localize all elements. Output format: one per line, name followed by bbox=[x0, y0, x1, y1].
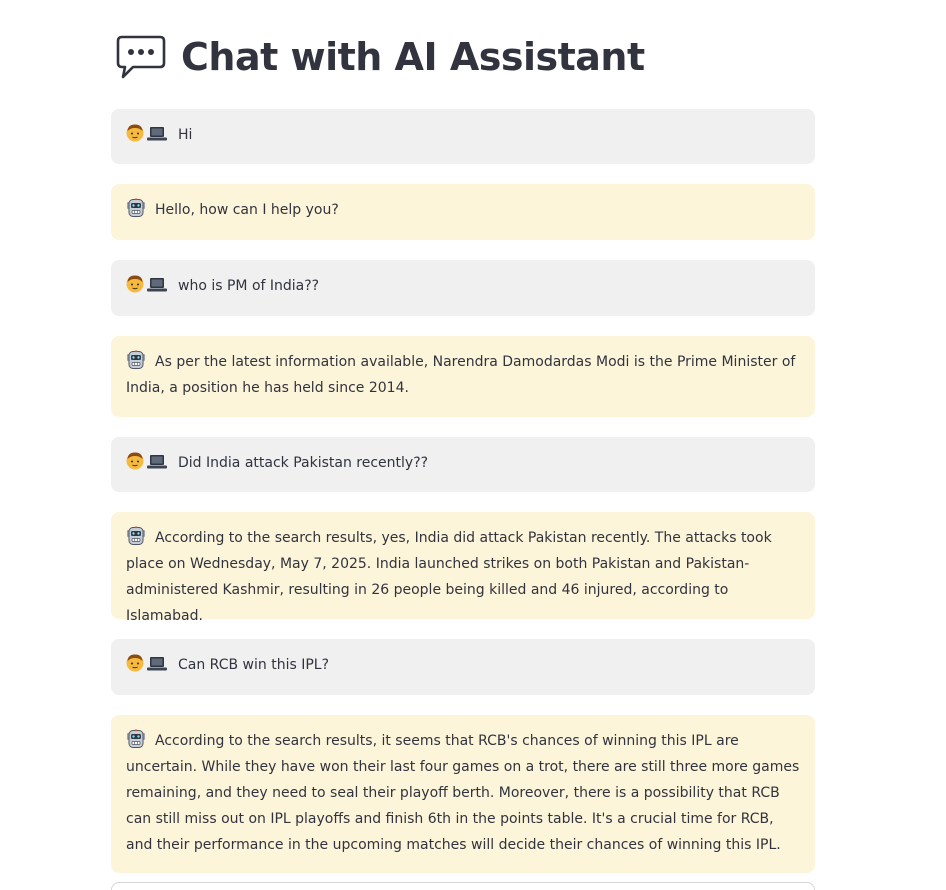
assistant-message: According to the search results, yes, In… bbox=[111, 512, 815, 624]
message-text: Hello, how can I help you? bbox=[155, 202, 339, 218]
user-message: who is PM of India?? bbox=[111, 260, 815, 316]
message-text: who is PM of India?? bbox=[178, 278, 320, 294]
message-text: According to the search results, yes, In… bbox=[126, 530, 772, 624]
robot-icon bbox=[127, 526, 145, 545]
robot-icon bbox=[127, 729, 145, 748]
page-header: Chat with AI Assistant bbox=[115, 31, 645, 83]
message-text: Did India attack Pakistan recently?? bbox=[178, 455, 429, 471]
message-text: Hi bbox=[178, 127, 193, 143]
user-with-laptop-icon bbox=[126, 275, 167, 293]
speech-bubble-icon bbox=[116, 35, 166, 79]
user-with-laptop-icon bbox=[126, 654, 167, 672]
user-message: Did India attack Pakistan recently?? bbox=[111, 437, 815, 492]
user-with-laptop-icon bbox=[126, 452, 167, 470]
assistant-message: As per the latest information available,… bbox=[111, 336, 815, 417]
user-message: Can RCB win this IPL? bbox=[111, 639, 815, 695]
page-title: Chat with AI Assistant bbox=[181, 35, 645, 79]
chat-input[interactable] bbox=[111, 882, 815, 890]
user-message: Hi bbox=[111, 109, 815, 164]
message-text: According to the search results, it seem… bbox=[126, 733, 800, 853]
assistant-message: According to the search results, it seem… bbox=[111, 715, 815, 873]
message-text: Can RCB win this IPL? bbox=[178, 657, 329, 673]
robot-icon bbox=[127, 350, 145, 369]
message-text: As per the latest information available,… bbox=[126, 354, 796, 396]
assistant-message: Hello, how can I help you? bbox=[111, 184, 815, 240]
robot-icon bbox=[127, 198, 145, 217]
user-with-laptop-icon bbox=[126, 124, 167, 142]
